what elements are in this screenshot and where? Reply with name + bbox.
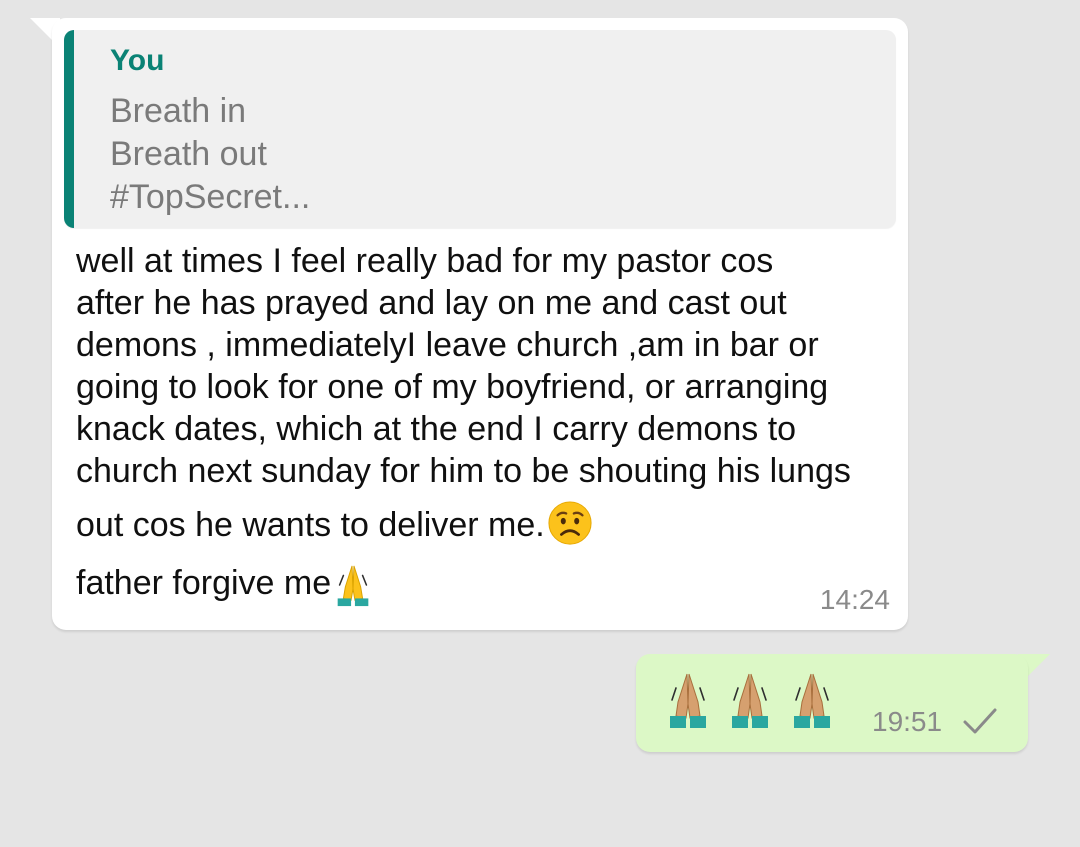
outgoing-timestamp: 19:51 <box>872 706 943 737</box>
quote-text: Breath in Breath out #TopSecret... <box>110 90 310 219</box>
message-line: going to look for one of my boyfriend, o… <box>76 368 829 406</box>
single-check-icon <box>963 708 997 734</box>
quote-line: #TopSecret... <box>110 178 311 216</box>
incoming-timestamp: 14:24 <box>819 584 890 615</box>
message-line-with-emoji: out cos he wants to deliver me. <box>76 500 886 546</box>
chat-area: You Breath in Breath out #TopSecret... w… <box>0 0 1080 847</box>
message-line: well at times I feel really bad for my p… <box>76 242 774 280</box>
outgoing-message-bubble[interactable]: 19:51 <box>636 654 1028 752</box>
outgoing-emoji-row <box>666 670 834 730</box>
quote-line: Breath in <box>110 92 247 130</box>
folded-hands-emoji-icon <box>337 565 369 607</box>
message-line: after he has prayed and lay on me and ca… <box>76 284 787 322</box>
quote-author: You <box>110 44 165 77</box>
message-text: well at times I feel really bad for my p… <box>76 240 886 608</box>
closing-line-with-emoji: father forgive me <box>76 562 886 608</box>
message-line: knack dates, which at the end I carry de… <box>76 410 797 448</box>
quote-line: Breath out <box>110 135 267 173</box>
folded-hands-emoji-icon <box>670 673 706 728</box>
quoted-message[interactable]: You Breath in Breath out #TopSecret... <box>64 30 896 228</box>
incoming-message-bubble[interactable]: You Breath in Breath out #TopSecret... w… <box>52 18 908 630</box>
quote-accent-bar <box>64 30 74 228</box>
closing-line: father forgive me <box>76 564 332 602</box>
message-line: church next sunday for him to be shoutin… <box>76 452 851 490</box>
folded-hands-emoji-icon <box>794 673 830 728</box>
message-line: demons , immediatelyI leave church ,am i… <box>76 326 819 364</box>
message-line: out cos he wants to deliver me. <box>76 506 545 544</box>
worried-face-emoji-icon <box>548 501 592 545</box>
folded-hands-emoji-icon <box>732 673 768 728</box>
